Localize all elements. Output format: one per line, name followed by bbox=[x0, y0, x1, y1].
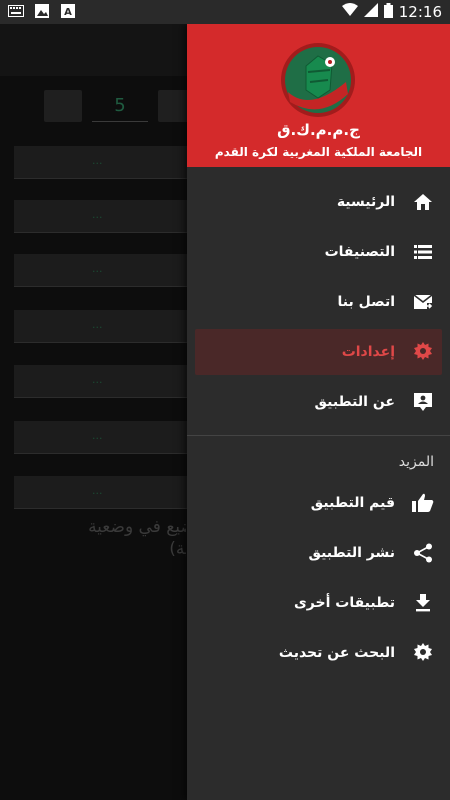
quantity-stepper: 5 bbox=[44, 90, 196, 122]
bg-list-row: ... bbox=[14, 146, 194, 179]
signal-icon bbox=[363, 3, 378, 21]
bg-list-row: ... bbox=[14, 476, 194, 509]
menu-item-categories[interactable]: التصنيفات bbox=[195, 229, 442, 275]
frmf-logo-icon bbox=[281, 43, 355, 117]
bg-list-row: ... bbox=[14, 254, 194, 287]
drawer-full-name: الجامعة الملكية المغربية لكرة القدم bbox=[214, 145, 423, 159]
navigation-drawer: ج.م.م.ك.ق الجامعة الملكية المغربية لكرة … bbox=[187, 24, 450, 800]
drawer-menu: الرئيسية التصنيفات اتصل بنا إعدادات عن ا… bbox=[187, 167, 450, 676]
download-icon bbox=[411, 591, 435, 615]
bg-list-row: ... bbox=[14, 365, 194, 398]
stepper-value: 5 bbox=[92, 91, 148, 122]
bg-list-row: ... bbox=[14, 421, 194, 454]
person-chat-icon bbox=[411, 390, 435, 414]
decrement-button bbox=[44, 90, 82, 122]
keyboard-icon bbox=[8, 4, 24, 18]
menu-item-other-apps[interactable]: تطبيقات أخرى bbox=[195, 580, 442, 626]
menu-item-share-app[interactable]: نشر التطبيق bbox=[195, 530, 442, 576]
menu-item-label: تطبيقات أخرى bbox=[293, 595, 395, 611]
wifi-icon bbox=[341, 3, 358, 21]
section-title-more: المزيد bbox=[398, 454, 434, 470]
menu-item-label: الرئيسية bbox=[336, 194, 395, 210]
menu-item-contact[interactable]: اتصل بنا bbox=[195, 279, 442, 325]
menu-item-about[interactable]: عن التطبيق bbox=[195, 379, 442, 425]
bg-list-row: ... bbox=[14, 310, 194, 343]
home-icon bbox=[411, 190, 435, 214]
a-letter-icon: A bbox=[60, 4, 76, 18]
share-icon bbox=[411, 541, 435, 565]
menu-item-home[interactable]: الرئيسية bbox=[195, 179, 442, 225]
menu-item-label: إعدادات bbox=[341, 344, 395, 360]
bg-description: ن المواضيع في وضعية ة (تجريبية) bbox=[88, 517, 186, 559]
menu-item-rate-app[interactable]: قيم التطبيق bbox=[195, 480, 442, 526]
menu-item-settings[interactable]: إعدادات bbox=[195, 329, 442, 375]
menu-item-label: قيم التطبيق bbox=[310, 495, 395, 511]
bg-list-row: ... bbox=[14, 200, 194, 233]
menu-item-label: نشر التطبيق bbox=[308, 545, 395, 561]
gear-icon bbox=[411, 340, 435, 364]
menu-item-label: البحث عن تحديث bbox=[278, 645, 395, 661]
battery-icon bbox=[383, 2, 393, 22]
drawer-brand: ج.م.م.ك.ق bbox=[277, 121, 360, 139]
menu-divider bbox=[187, 435, 450, 436]
list-icon bbox=[411, 240, 435, 264]
menu-item-label: اتصل بنا bbox=[337, 294, 395, 310]
svg-text:A: A bbox=[64, 7, 72, 18]
thumbs-up-icon bbox=[411, 491, 435, 515]
menu-item-label: عن التطبيق bbox=[314, 394, 396, 410]
clock: 12:16 bbox=[398, 3, 442, 21]
image-icon bbox=[34, 4, 50, 18]
drawer-header: ج.م.م.ك.ق الجامعة الملكية المغربية لكرة … bbox=[187, 24, 450, 167]
mail-forward-icon bbox=[411, 290, 435, 314]
gear-icon bbox=[411, 641, 435, 665]
menu-item-label: التصنيفات bbox=[324, 244, 395, 260]
menu-item-check-update[interactable]: البحث عن تحديث bbox=[195, 630, 442, 676]
status-bar: A 12:16 bbox=[0, 0, 450, 24]
